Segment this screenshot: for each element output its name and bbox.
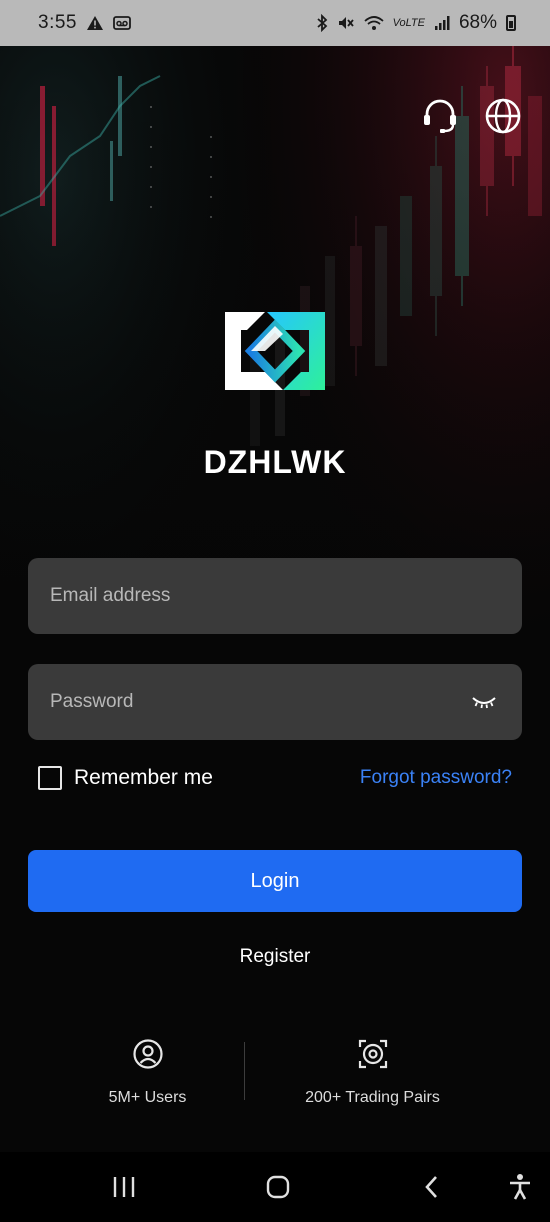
globe-language-icon[interactable] [483,96,523,136]
battery-percent: 68% [458,12,497,33]
login-screen: 3:55 VoLTE 68% DZHLWK Email address Reme… [0,0,550,1222]
brand-logo [225,312,325,390]
mute-icon [337,14,355,32]
eye-closed-icon[interactable] [468,690,500,714]
forgot-password-link[interactable]: Forgot password? [360,767,512,789]
status-right: VoLTE 68% [316,12,516,34]
signal-icon [434,15,450,31]
password-field[interactable] [28,664,522,740]
user-circle-icon [132,1038,164,1075]
warning-icon [86,15,104,31]
remember-me-control[interactable]: Remember me [38,766,213,790]
status-left: 3:55 [38,12,131,34]
recents-icon[interactable] [106,1172,142,1202]
back-icon[interactable] [414,1172,450,1202]
trading-pairs-icon [357,1038,389,1075]
remember-row: Remember me Forgot password? [38,762,512,794]
bluetooth-icon [316,14,328,32]
carrier-label: VoLTE [392,17,425,29]
status-bar: 3:55 VoLTE 68% [0,0,550,46]
wifi-icon [363,15,384,31]
remember-me-checkbox[interactable] [38,766,62,790]
app-name: DZHLWK [203,444,347,480]
stats-section: 5M+ Users 200+ Trading Pairs [0,1038,550,1110]
accessibility-icon[interactable] [502,1172,538,1202]
login-button[interactable]: Login [28,850,522,912]
email-input[interactable] [50,585,500,607]
remember-me-label[interactable]: Remember me [74,766,213,790]
battery-icon [506,15,516,31]
system-nav-bar [0,1152,550,1222]
password-input[interactable] [50,691,468,713]
voicemail-icon [113,15,131,31]
email-field[interactable] [28,558,522,634]
stat-users-label: 5M+ Users [108,1089,187,1106]
headset-support-icon[interactable] [420,96,460,136]
register-link[interactable]: Register [0,946,550,968]
stat-trading-pairs-label: 200+ Trading Pairs [305,1089,440,1106]
status-time: 3:55 [38,12,77,33]
stat-trading-pairs: 200+ Trading Pairs [235,1038,510,1107]
home-icon[interactable] [260,1172,296,1202]
